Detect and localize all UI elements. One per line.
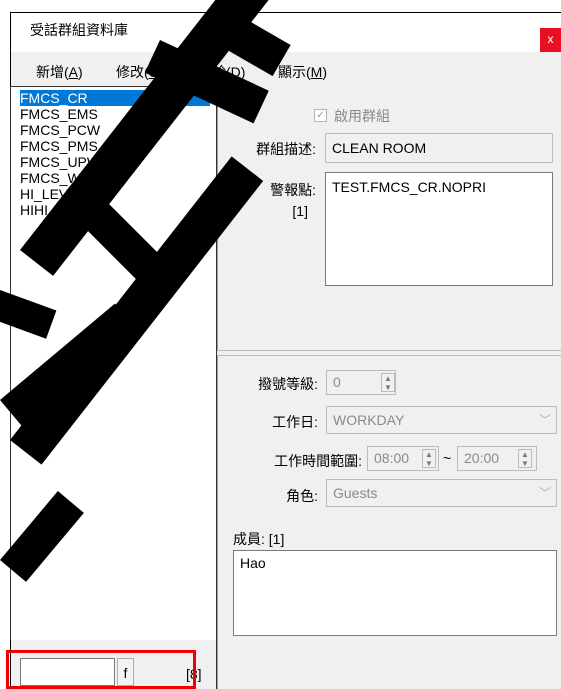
list-item[interactable]: FMCS_WWT (20, 170, 210, 186)
enable-label: 啟用群組 (334, 108, 390, 124)
close-button[interactable]: x (540, 28, 561, 52)
level-spin[interactable]: ▲ ▼ (381, 373, 395, 392)
alarm-count: [1] (292, 203, 308, 219)
time-to-stepper[interactable]: 20:00 ▲ ▼ (457, 446, 537, 471)
desc-field[interactable]: CLEAN ROOM (325, 133, 553, 163)
chevron-up-icon[interactable]: ▲ (519, 450, 531, 459)
time-from-stepper[interactable]: 08:00 ▲ ▼ (367, 446, 439, 471)
chevron-down-icon: ﹀ (539, 413, 552, 427)
splitter[interactable] (217, 350, 561, 356)
list-item[interactable]: HIHI_LEVEL (20, 202, 210, 218)
member-item[interactable]: Hao (240, 555, 266, 571)
alarm-label: 警報點: (270, 182, 316, 198)
list-item[interactable]: FMCS_PMS (20, 138, 210, 154)
chevron-down-icon[interactable]: ▼ (519, 459, 531, 468)
members-label: 成員: [1] (233, 531, 285, 547)
role-select[interactable]: Guests ﹀ (326, 479, 557, 507)
workday-label: 工作日: (272, 414, 318, 430)
menu-show[interactable]: 顯示(M) (278, 62, 327, 82)
members-list[interactable]: Hao (233, 550, 557, 636)
time-label: 工作時間範圍: (274, 453, 362, 469)
enable-checkbox[interactable]: ✓ (314, 109, 327, 122)
time-to-spin[interactable]: ▲ ▼ (518, 449, 532, 468)
check-icon: ✓ (316, 110, 325, 121)
list-item[interactable]: FMCS_CR (20, 90, 210, 106)
list-item[interactable]: FMCS_PCW (20, 122, 210, 138)
chevron-up-icon[interactable]: ▲ (423, 450, 435, 459)
chevron-down-icon: ﹀ (539, 486, 552, 500)
time-separator: ~ (443, 450, 452, 466)
level-label: 撥號等級: (258, 376, 318, 392)
highlight-box (6, 650, 196, 689)
time-from-spin[interactable]: ▲ ▼ (422, 449, 436, 468)
menu-edit[interactable]: 修改(U) (116, 62, 163, 82)
chevron-down-icon[interactable]: ▼ (423, 459, 435, 468)
list-item[interactable]: FMCS_EMS (20, 106, 210, 122)
desc-label: 群組描述: (256, 141, 316, 157)
chevron-up-icon[interactable]: ▲ (382, 374, 394, 383)
menu-new[interactable]: 新增(A) (36, 62, 83, 82)
alarm-item[interactable]: TEST.FMCS_CR.NOPRI (332, 179, 486, 195)
chevron-down-icon[interactable]: ▼ (382, 383, 394, 392)
list-item[interactable]: FMCS_UPW (20, 154, 210, 170)
level-stepper[interactable]: 0 ▲ ▼ (326, 370, 396, 395)
alarm-list[interactable]: TEST.FMCS_CR.NOPRI (325, 172, 553, 286)
role-label: 角色: (286, 488, 318, 504)
window-title: 受話群組資料庫 (30, 22, 128, 38)
list-item[interactable]: HI_LEVEL (20, 186, 210, 202)
workday-select[interactable]: WORKDAY ﹀ (326, 406, 557, 434)
menu-delete[interactable]: 刪除(D) (198, 62, 245, 82)
close-icon: x (547, 32, 554, 46)
